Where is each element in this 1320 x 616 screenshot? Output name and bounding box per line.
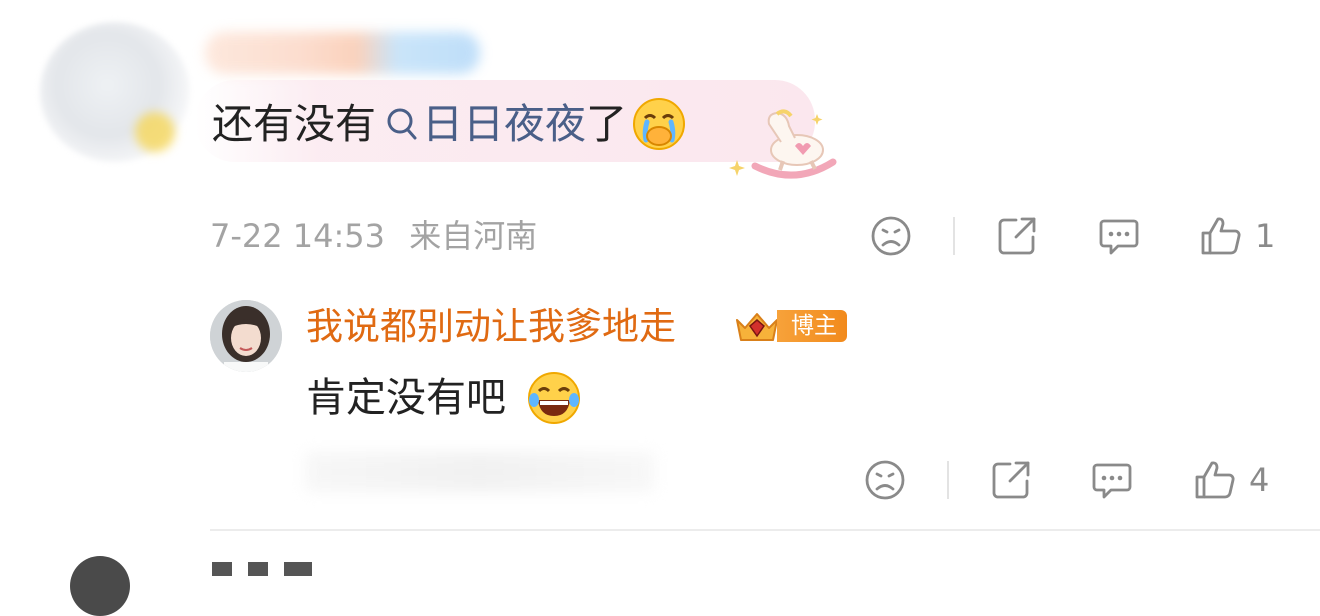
dislike-button[interactable] — [870, 214, 912, 258]
share-icon — [992, 461, 1030, 499]
thumbs-up-icon — [1195, 461, 1235, 499]
like-button[interactable]: 1 — [1199, 214, 1275, 258]
reply-meta-blurred — [305, 452, 655, 492]
author-badge-label: 博主 — [777, 310, 847, 342]
next-comment-avatar[interactable] — [70, 556, 130, 616]
frown-face-icon — [865, 460, 905, 500]
action-separator — [953, 217, 955, 255]
avatar-photo — [210, 300, 282, 372]
reply-author-name[interactable]: 我说都别动让我爹地走 — [306, 302, 676, 352]
reply-text: 肯定没有吧 — [306, 372, 582, 424]
comment-text: 还有没有 日日夜夜 了 — [212, 98, 687, 150]
rocking-horse-decoration-icon — [729, 109, 837, 179]
comment-text-prefix: 还有没有 — [212, 100, 376, 148]
comment-author-name-blurred[interactable] — [205, 32, 480, 74]
share-button[interactable] — [996, 214, 1038, 258]
reply-like-button[interactable]: 4 — [1193, 458, 1269, 502]
comment-text-suffix: 了 — [586, 100, 627, 148]
reply-like-count: 4 — [1249, 461, 1270, 499]
laughing-tears-emoji-icon — [528, 372, 580, 424]
reply-text-content: 肯定没有吧 — [306, 375, 506, 421]
comment-location: 来自河南 — [409, 217, 538, 255]
topic-search-link[interactable]: 日日夜夜 — [376, 98, 586, 150]
comment-author-avatar[interactable] — [40, 22, 190, 162]
comment-timestamp: 7-22 14:53 — [210, 217, 386, 255]
reply-comment-button[interactable] — [1091, 458, 1133, 502]
comment-button[interactable] — [1098, 214, 1140, 258]
reply-dislike-button[interactable] — [864, 458, 906, 502]
crown-badge-icon — [736, 313, 778, 341]
action-separator — [947, 461, 949, 499]
crying-emoji-icon — [633, 98, 685, 150]
reply-share-button[interactable] — [990, 458, 1032, 502]
next-comment-author-cropped[interactable] — [212, 548, 412, 578]
search-icon — [387, 108, 417, 140]
comment-icon — [1099, 219, 1139, 255]
frown-face-icon — [871, 216, 911, 256]
comment-divider — [210, 529, 1320, 531]
reply-author-avatar[interactable] — [210, 300, 282, 372]
like-count: 1 — [1255, 217, 1276, 255]
comment-icon — [1092, 463, 1132, 499]
comment-meta: 7-22 14:53 来自河南 — [210, 214, 537, 258]
topic-link-label[interactable]: 日日夜夜 — [422, 98, 586, 150]
thumbs-up-icon — [1201, 217, 1241, 255]
author-badge: 博主 — [733, 308, 847, 344]
share-icon — [998, 217, 1036, 255]
